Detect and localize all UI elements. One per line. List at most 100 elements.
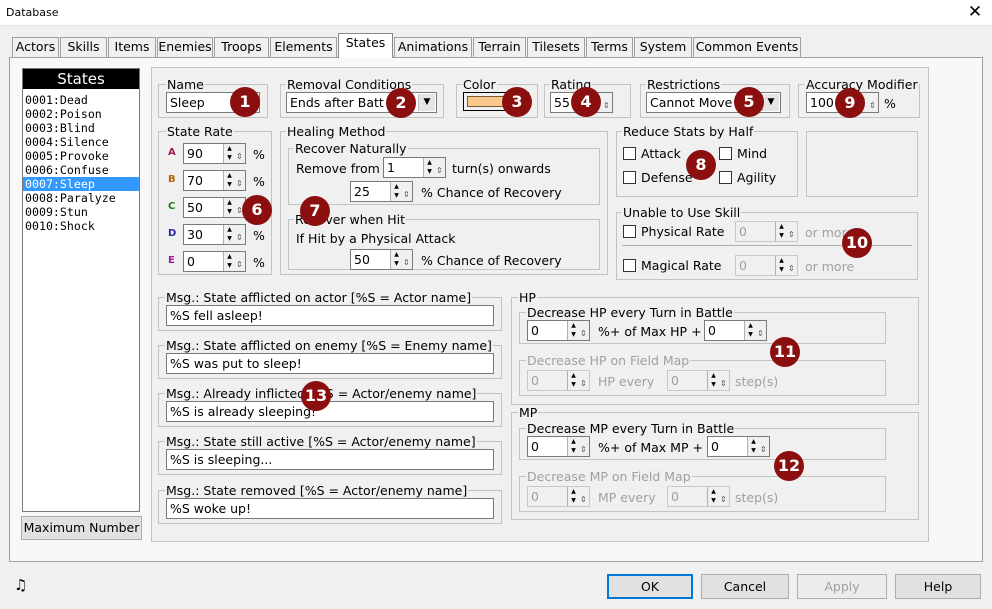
spin-icon[interactable]: ▲▼⇕ [567, 437, 589, 456]
list-item[interactable]: 0002:Poison [23, 107, 139, 121]
list-item[interactable]: 0007:Sleep [23, 177, 139, 191]
cancel-button[interactable]: Cancel [701, 574, 789, 599]
list-item[interactable]: 0003:Blind [23, 121, 139, 135]
list-item[interactable]: 0008:Paralyze [23, 191, 139, 205]
tab-elements[interactable]: Elements [270, 37, 337, 57]
message-input[interactable]: %S is sleeping... [166, 449, 494, 470]
tab-system[interactable]: System [634, 37, 692, 57]
attack-checkbox[interactable] [623, 147, 636, 160]
tab-common-events[interactable]: Common Events [693, 37, 801, 57]
removal-conditions-value: Ends after Batt [290, 95, 384, 110]
spin-icon[interactable]: ▲▼⇕ [223, 144, 245, 163]
list-item[interactable]: 0006:Confuse [23, 163, 139, 177]
physical-rate-stepper[interactable]: 0 ▲ ▼ ⇕ [735, 221, 798, 242]
recover-naturally-label: Recover Naturally [294, 141, 408, 156]
hit-desc: If Hit by a Physical Attack [296, 231, 456, 246]
magical-rate-checkbox[interactable] [623, 259, 636, 272]
maximum-number-button[interactable]: Maximum Number [21, 516, 142, 540]
rate-value: 30 [187, 227, 203, 242]
close-icon[interactable]: ✕ [964, 2, 986, 22]
tab-troops[interactable]: Troops [214, 37, 269, 57]
spin-icon[interactable]: ▲▼⇕ [707, 487, 729, 506]
tab-terrain[interactable]: Terrain [473, 37, 526, 57]
list-item[interactable]: 0005:Provoke [23, 149, 139, 163]
spin-icon[interactable]: ▲▼⇕ [567, 321, 589, 340]
tab-animations[interactable]: Animations [394, 37, 472, 57]
tab-actors[interactable]: Actors [12, 37, 59, 57]
mind-checkbox[interactable] [719, 147, 732, 160]
rate-stepper[interactable]: 90 ▲ ▼ ⇕ [183, 143, 246, 164]
defense-checkbox[interactable] [623, 171, 636, 184]
message-input[interactable]: %S woke up! [166, 498, 494, 519]
rate-unit: % [253, 147, 265, 162]
tab-terms[interactable]: Terms [586, 37, 633, 57]
ok-button[interactable]: OK [607, 574, 693, 599]
mp-battle-mid: %+ of Max MP + [598, 440, 703, 455]
tab-skills[interactable]: Skills [60, 37, 107, 57]
rate-unit: % [253, 174, 265, 189]
callout-marker: 9 [835, 88, 865, 118]
spin-icon[interactable]: ▲▼⇕ [423, 158, 445, 177]
list-item[interactable]: 0010:Shock [23, 219, 139, 233]
music-icon[interactable]: ♫ [14, 576, 27, 594]
hit-chance-stepper[interactable]: 50 ▲ ▼ ⇕ [350, 249, 413, 270]
spin-icon[interactable]: ▲▼⇕ [223, 171, 245, 190]
rate-stepper[interactable]: 50 ▲ ▼ ⇕ [183, 197, 246, 218]
hp-battle-percent-stepper[interactable]: 0 ▲ ▼ ⇕ [527, 320, 590, 341]
turns-stepper[interactable]: 1 ▲ ▼ ⇕ [383, 157, 446, 178]
physical-rate-checkbox[interactable] [623, 225, 636, 238]
magical-rate-label: Magical Rate [641, 258, 722, 273]
chevron-down-icon[interactable]: ▼ [762, 94, 779, 111]
magical-rate-stepper[interactable]: 0 ▲ ▼ ⇕ [735, 255, 798, 276]
tab-enemies[interactable]: Enemies [157, 37, 213, 57]
mp-field-steps-stepper[interactable]: 0 ▲ ▼ ⇕ [667, 486, 730, 507]
states-list[interactable]: States 0001:Dead 0002:Poison 0003:Blind 000… [22, 68, 140, 512]
hp-field-value-stepper[interactable]: 0 ▲ ▼ ⇕ [527, 370, 590, 391]
message-input[interactable]: %S fell asleep! [166, 305, 494, 326]
message-input[interactable]: %S is already sleeping! [166, 401, 494, 422]
message-label: Msg.: State still active [%S = Actor/ene… [165, 434, 477, 449]
message-label: Msg.: State afflicted on enemy [%S = Ene… [165, 338, 493, 353]
restrictions-value: Cannot Move [650, 95, 733, 110]
message-input[interactable]: %S was put to sleep! [166, 353, 494, 374]
rate-stepper[interactable]: 70 ▲ ▼ ⇕ [183, 170, 246, 191]
natural-chance-suffix: % Chance of Recovery [421, 185, 562, 200]
tab-items[interactable]: Items [108, 37, 156, 57]
list-item[interactable]: 0009:Stun [23, 205, 139, 219]
tab-states[interactable]: States [338, 33, 393, 58]
hp-field-steps-stepper[interactable]: 0 ▲ ▼ ⇕ [667, 370, 730, 391]
spin-icon[interactable]: ▲▼⇕ [390, 250, 412, 269]
spin-icon[interactable]: ▲▼⇕ [567, 487, 589, 506]
spin-icon[interactable]: ▲▼⇕ [744, 321, 766, 340]
rate-stepper[interactable]: 30 ▲ ▼ ⇕ [183, 224, 246, 245]
spin-icon[interactable]: ▲▼⇕ [747, 437, 769, 456]
healing-method-label: Healing Method [286, 124, 387, 139]
rate-value: 0 [187, 254, 195, 269]
spin-icon[interactable]: ▲▼⇕ [567, 371, 589, 390]
hit-chance-suffix: % Chance of Recovery [421, 253, 562, 268]
mp-battle-percent-stepper[interactable]: 0 ▲ ▼ ⇕ [527, 436, 590, 457]
hp-battle-flat-stepper[interactable]: 0 ▲ ▼ ⇕ [704, 320, 767, 341]
spin-icon[interactable]: ▲▼⇕ [390, 182, 412, 201]
agility-checkbox[interactable] [719, 171, 732, 184]
mp-battle-flat-stepper[interactable]: 0 ▲ ▼ ⇕ [707, 436, 770, 457]
color-label: Color [462, 77, 497, 92]
tab-tilesets[interactable]: Tilesets [527, 37, 585, 57]
rate-letter: C [168, 201, 176, 212]
natural-chance-stepper[interactable]: 25 ▲ ▼ ⇕ [350, 181, 413, 202]
apply-button[interactable]: Apply [797, 574, 887, 599]
list-item[interactable]: 0001:Dead [23, 93, 139, 107]
mp-field-value: 0 [531, 489, 539, 504]
spin-icon[interactable]: ▲▼⇕ [223, 252, 245, 271]
chevron-down-icon[interactable]: ▼ [418, 94, 435, 111]
unable-skill-label: Unable to Use Skill [622, 205, 742, 220]
callout-marker: 11 [770, 337, 800, 367]
spin-icon[interactable]: ▲▼⇕ [775, 222, 797, 241]
spin-icon[interactable]: ▲▼⇕ [223, 225, 245, 244]
list-item[interactable]: 0004:Silence [23, 135, 139, 149]
rate-stepper[interactable]: 0 ▲ ▼ ⇕ [183, 251, 246, 272]
spin-icon[interactable]: ▲▼⇕ [775, 256, 797, 275]
mp-field-value-stepper[interactable]: 0 ▲ ▼ ⇕ [527, 486, 590, 507]
help-button[interactable]: Help [895, 574, 981, 599]
spin-icon[interactable]: ▲▼⇕ [707, 371, 729, 390]
